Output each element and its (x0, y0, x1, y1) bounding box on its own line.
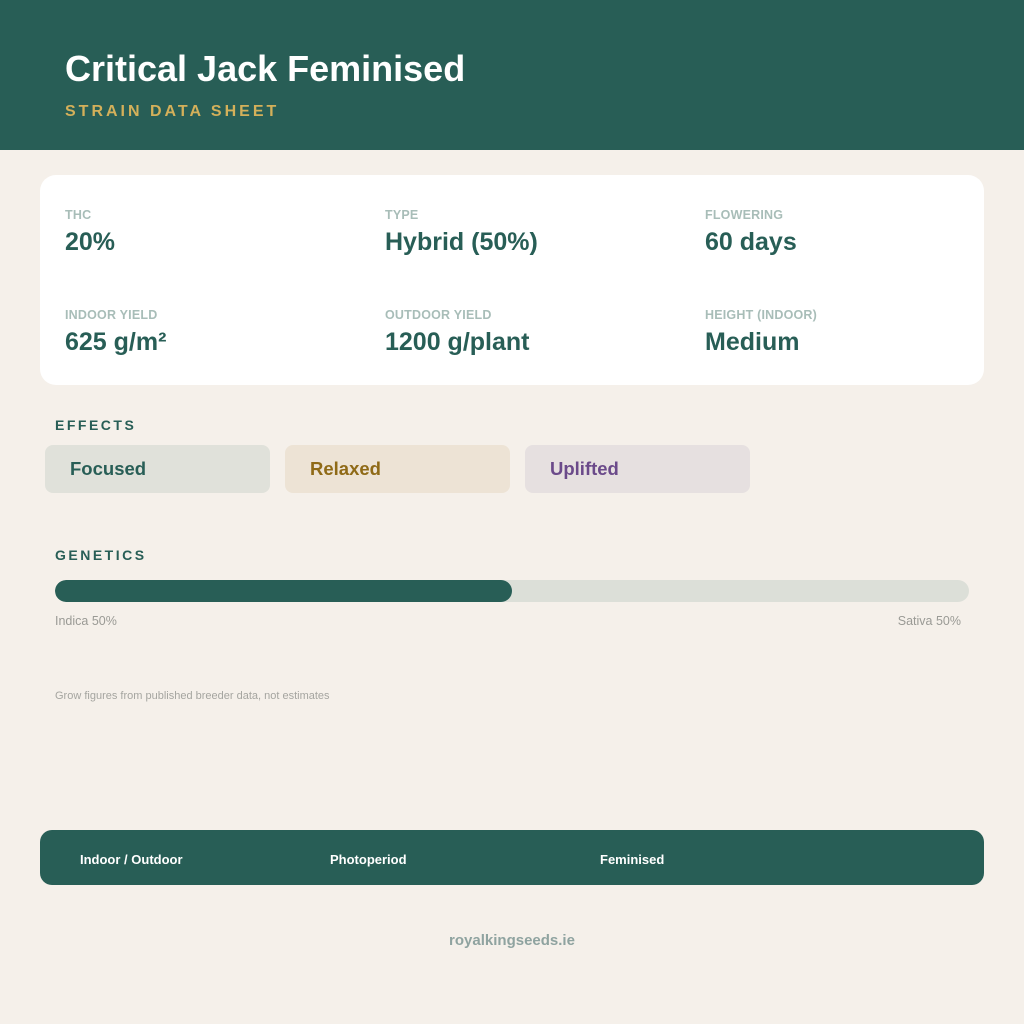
stat-flowering: FLOWERING 60 days (705, 208, 1005, 257)
stat-label: TYPE (385, 208, 419, 222)
genetics-heading: GENETICS (55, 547, 147, 563)
effect-pill-uplifted: Uplifted (525, 445, 750, 493)
website-link[interactable]: royalkingseeds.ie (0, 932, 1024, 949)
stat-label: HEIGHT (INDOOR) (705, 308, 818, 322)
stat-label: INDOOR YIELD (65, 308, 158, 322)
stat-value: 1200 g/plant (385, 328, 530, 356)
genetics-bar-indica-fill (55, 580, 512, 602)
stat-height: HEIGHT (INDOOR) Medium (705, 308, 1005, 357)
stat-type: TYPE Hybrid (50%) (385, 208, 685, 257)
indica-label: Indica 50% (55, 614, 117, 628)
effects-heading: EFFECTS (55, 417, 137, 433)
footer-bar: Indoor / Outdoor Photoperiod Feminised (40, 830, 984, 885)
page-subtitle: STRAIN DATA SHEET (65, 103, 280, 120)
page-title: Critical Jack Feminised (65, 48, 466, 89)
stat-label: OUTDOOR YIELD (385, 308, 492, 322)
stat-value: 625 g/m² (65, 328, 167, 356)
stat-indoor-yield: INDOOR YIELD 625 g/m² (65, 308, 365, 357)
stats-card: THC 20% TYPE Hybrid (50%) FLOWERING 60 d… (40, 175, 984, 385)
stat-value: 20% (65, 228, 116, 256)
stat-label: THC (65, 208, 92, 222)
footer-item-environment: Indoor / Outdoor (80, 852, 183, 867)
header-banner: Critical Jack Feminised STRAIN DATA SHEE… (0, 0, 1024, 150)
sativa-label: Sativa 50% (897, 614, 961, 628)
stat-outdoor-yield: OUTDOOR YIELD 1200 g/plant (385, 308, 685, 357)
stat-value: Medium (705, 328, 800, 356)
data-source-note: Grow figures from published breeder data… (55, 690, 330, 702)
effect-pill-focused: Focused (45, 445, 270, 493)
genetics-bar (55, 580, 969, 602)
footer-item-feminised: Feminised (600, 852, 665, 867)
stat-value: Hybrid (50%) (385, 228, 538, 256)
stat-value: 60 days (705, 228, 797, 256)
footer-item-photoperiod: Photoperiod (330, 852, 407, 867)
stat-thc: THC 20% (65, 208, 365, 257)
effect-pill-relaxed: Relaxed (285, 445, 510, 493)
stat-label: FLOWERING (705, 208, 784, 222)
